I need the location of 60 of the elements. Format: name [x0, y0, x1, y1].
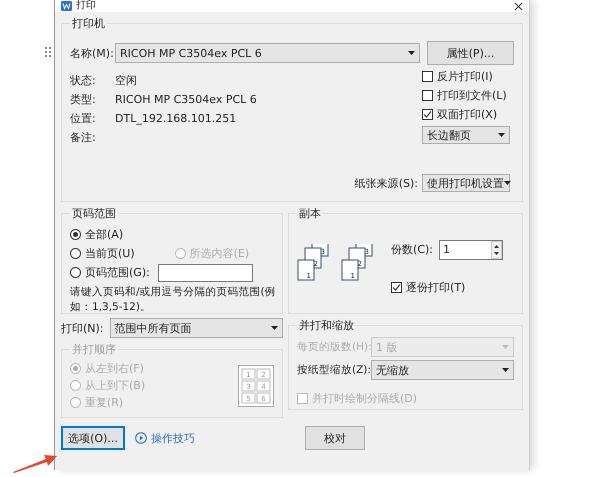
- checkbox-label: 反片打印(I): [437, 69, 493, 84]
- radio-label: 所选内容(E): [190, 246, 250, 261]
- field-label: 纸张来源(S):: [354, 176, 418, 190]
- dropdown[interactable]: 无缩放: [370, 360, 514, 380]
- checkbox-label: 并打时绘制分隔线(D): [312, 391, 418, 406]
- group-title: 并打顺序: [71, 342, 117, 357]
- dropdown[interactable]: 长边翻页: [422, 126, 510, 144]
- field-label: 打印(N):: [61, 320, 104, 336]
- dialog-button[interactable]: 校对: [305, 426, 365, 450]
- hint-text: 请键入页码和/或用逗号分隔的页码范围(例如：1,3,5-12)。: [70, 285, 277, 315]
- caret-icon: [502, 368, 509, 372]
- group-title: 打印机: [71, 16, 106, 31]
- window-title: 打印: [76, 1, 97, 11]
- dialog-button[interactable]: 选项(O)...: [61, 426, 125, 450]
- caret-icon: [270, 326, 278, 330]
- radio-label: 重复(R): [85, 395, 124, 410]
- radio-label: 当前页(U): [85, 246, 135, 261]
- tips-link[interactable]: 操作技巧: [135, 430, 195, 446]
- play-icon: [135, 432, 147, 444]
- checkbox[interactable]: [391, 282, 402, 292]
- info-label: 类型:: [70, 92, 97, 106]
- info-value: DTL_192.168.101.251: [115, 112, 236, 124]
- dropdown[interactable]: RICOH MP C3504ex PCL 6: [115, 43, 420, 63]
- checkmark-icon: [392, 282, 402, 292]
- group-title: 并打和缩放: [298, 318, 355, 333]
- checkbox[interactable]: [422, 90, 433, 101]
- field-label: 名称(M):: [70, 46, 115, 60]
- copies-spinner[interactable]: 1: [439, 240, 504, 260]
- dropdown[interactable]: 使用打印机设置: [422, 174, 510, 192]
- caret-icon: [502, 345, 509, 349]
- caret-icon: [504, 181, 511, 185]
- info-label: 状态:: [70, 72, 97, 88]
- radio-label: 从上到下(B): [85, 378, 146, 393]
- caret-icon: [498, 133, 505, 137]
- radio-button[interactable]: [70, 229, 81, 240]
- checkbox[interactable]: [422, 109, 433, 120]
- radio-button[interactable]: [70, 267, 81, 278]
- field-label: 份数(C):: [391, 242, 434, 257]
- info-label: 位置:: [70, 110, 97, 126]
- drag-handle-icon: [44, 46, 52, 58]
- properties-button[interactable]: 属性(P)...: [427, 41, 514, 65]
- checkmark-icon: [423, 110, 432, 119]
- group-title: 页码范围: [71, 206, 117, 221]
- checkbox-label: 逐份打印(T): [406, 280, 466, 294]
- radio-label: 从左到右(F): [85, 361, 144, 376]
- spinner-arrows-icon: [491, 240, 502, 258]
- page-range-field[interactable]: [158, 264, 253, 282]
- info-value: 空闲: [115, 72, 137, 88]
- caret-icon: [408, 51, 415, 55]
- info-label: 备注:: [70, 130, 97, 144]
- info-value: RICOH MP C3504ex PCL 6: [115, 92, 257, 106]
- radio-button[interactable]: [70, 248, 81, 259]
- dropdown[interactable]: 范围中所有页面: [110, 318, 283, 338]
- checkbox[interactable]: [422, 71, 433, 82]
- close-icon: [514, 2, 523, 10]
- radio-label: 全部(A): [85, 227, 124, 242]
- group-title: 副本: [298, 206, 322, 221]
- checkbox-label: 打印到文件(L): [437, 88, 507, 103]
- checkbox-label: 双面打印(X): [437, 107, 498, 122]
- radio-label: 页码范围(G):: [85, 265, 150, 280]
